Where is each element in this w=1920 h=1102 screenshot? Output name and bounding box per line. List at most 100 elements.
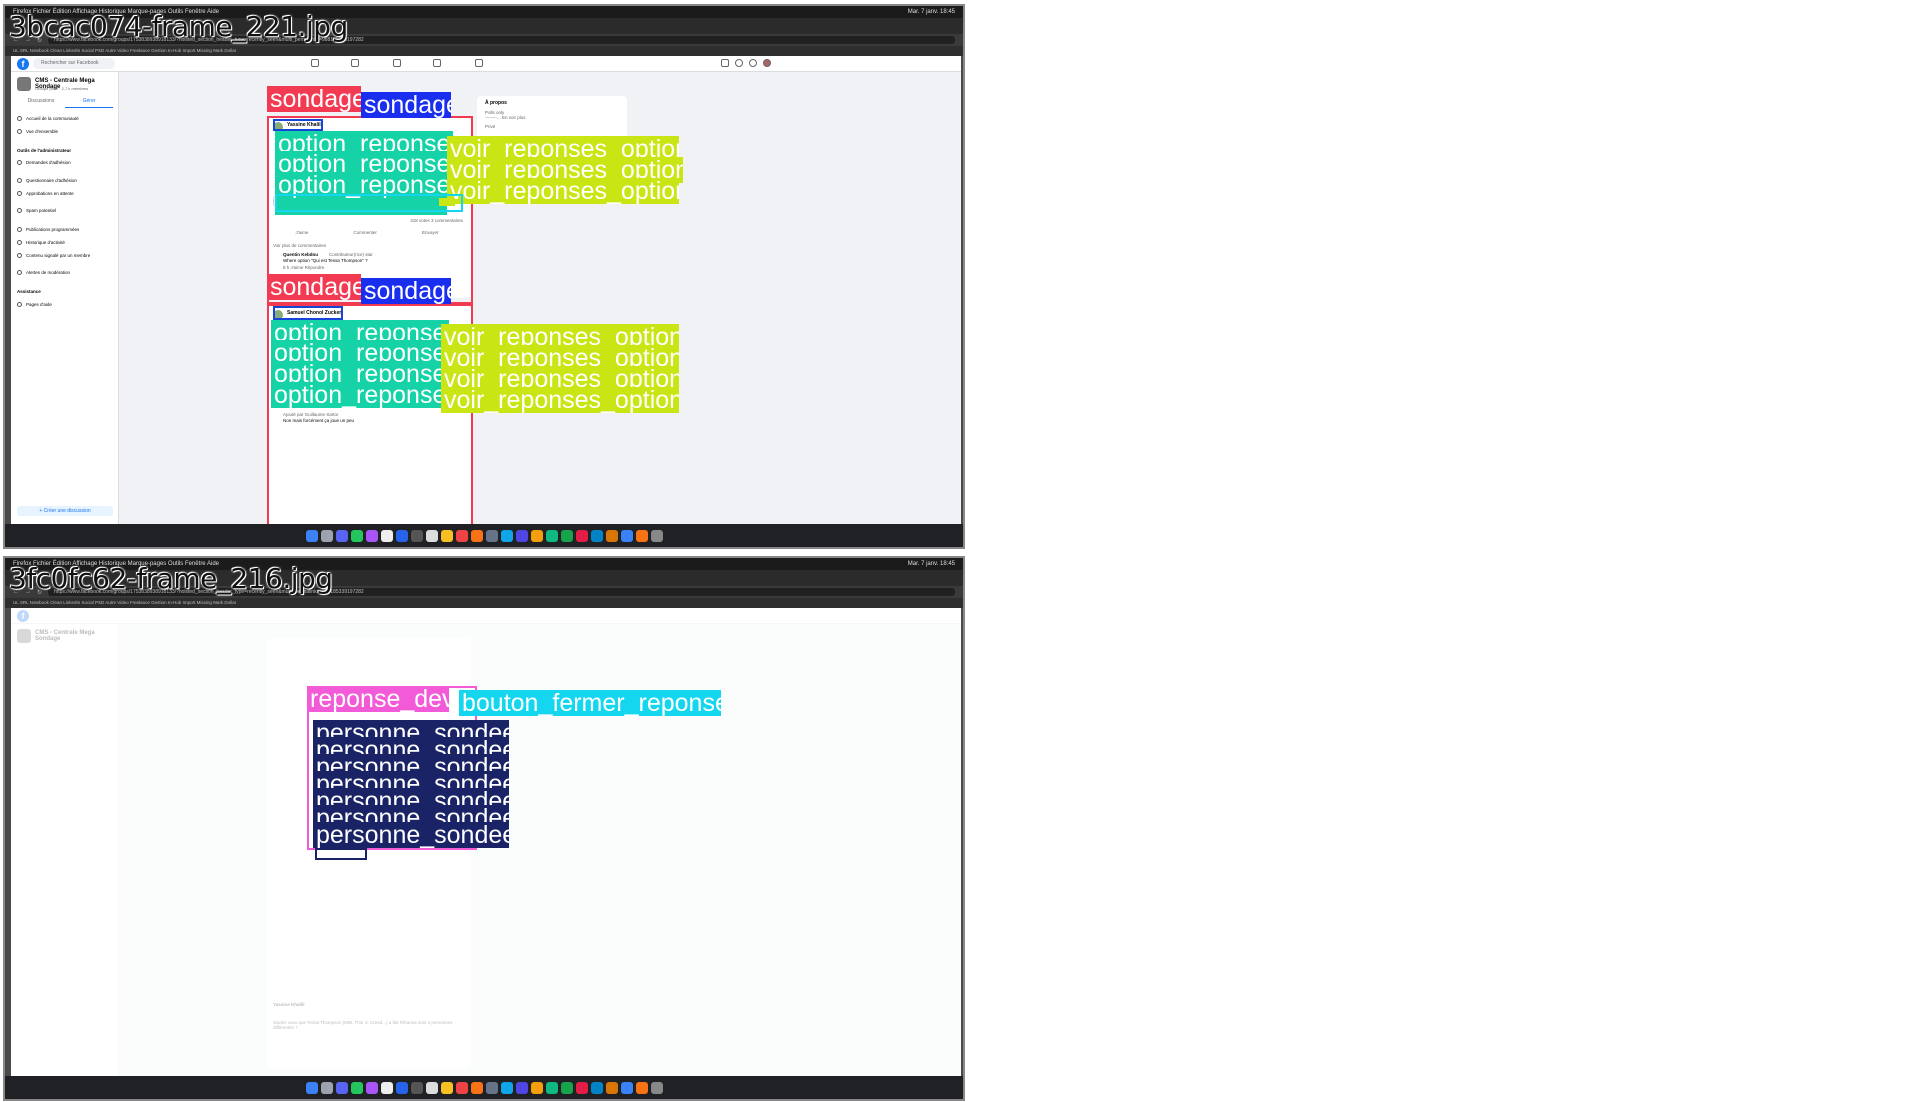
safari-icon[interactable] <box>620 1081 633 1094</box>
personne-sondee-label-7: personne_sondee <box>313 822 509 848</box>
chatgpt-icon[interactable] <box>350 529 363 542</box>
filezilla-icon[interactable] <box>455 1081 468 1094</box>
safari-icon[interactable] <box>620 529 633 542</box>
about-see-more[interactable]: --------... En voir plus <box>485 115 619 120</box>
vlc-icon[interactable] <box>635 529 648 542</box>
browser-viewport: f Rechercher sur Facebook CMS - Centrale… <box>11 56 961 524</box>
notion-icon[interactable] <box>380 529 393 542</box>
firefox-icon[interactable] <box>470 1081 483 1094</box>
cursor-icon[interactable] <box>545 1081 558 1094</box>
menu-bar-clock: Mar. 7 janv. 18:45 <box>907 9 955 15</box>
stickies-icon[interactable] <box>440 529 453 542</box>
sondage-label: sondage <box>267 86 361 112</box>
sidebar-item-activity-log[interactable]: Historique d'activité <box>17 240 65 246</box>
preview-icon[interactable] <box>425 529 438 542</box>
sidebar-item-moderation-alerts[interactable]: Alertes de modération <box>17 270 70 276</box>
firefox-icon[interactable] <box>470 529 483 542</box>
author-box <box>273 306 343 320</box>
onenote-icon[interactable] <box>365 529 378 542</box>
sondage-label-blue: sondage <box>361 278 451 304</box>
filezilla-icon[interactable] <box>455 529 468 542</box>
trash-icon[interactable] <box>650 529 663 542</box>
facebook-top-bar: f Rechercher sur Facebook <box>11 56 961 72</box>
bookmarks-bar[interactable]: UL SRL Notebook Clean LinkedIn Social PS… <box>5 46 963 56</box>
home-icon[interactable] <box>311 59 319 67</box>
app-icon[interactable] <box>575 529 588 542</box>
vlc-icon[interactable] <box>635 1081 648 1094</box>
sondage-label: sondage <box>267 274 361 300</box>
voir-reponses-option-label-4: voir_reponses_option <box>441 387 679 413</box>
chatgpt-icon[interactable] <box>350 1081 363 1094</box>
word-icon[interactable] <box>590 1081 603 1094</box>
sidebar-item-member-reported[interactable]: Contenu signalé par un membre <box>17 253 90 259</box>
reponse-dev-label: reponse_dev <box>307 686 449 712</box>
app-icon[interactable] <box>605 529 618 542</box>
group-tabs: Discussions Gérer <box>17 98 113 108</box>
frame-screenshot-1: 3bcac074-frame_221.jpg Firefox Fichier É… <box>3 4 965 549</box>
menu-bar-clock: Mar. 7 janv. 18:45 <box>907 561 955 567</box>
cursor-icon[interactable] <box>545 529 558 542</box>
finder-icon[interactable] <box>305 1081 318 1094</box>
notion-icon[interactable] <box>380 1081 393 1094</box>
trash-icon[interactable] <box>650 1081 663 1094</box>
messenger-icon[interactable] <box>735 59 743 67</box>
discord-icon[interactable] <box>335 529 348 542</box>
bouton-fermer-reponse-label: bouton_fermer_reponse <box>459 690 721 716</box>
finder-icon[interactable] <box>305 529 318 542</box>
group-meta: Groupe privé · 2,7 k membres <box>35 86 89 91</box>
group-admin-sidebar: CMS - Centrale Mega Sondage Groupe privé… <box>11 72 119 524</box>
bell-icon[interactable] <box>749 59 757 67</box>
gaming-icon[interactable] <box>475 59 483 67</box>
sidebar-item-potential-spam[interactable]: Spam potentiel <box>17 208 56 214</box>
sidebar-item-community-home[interactable]: Accueil de la communauté <box>17 116 79 122</box>
app-icon[interactable] <box>575 1081 588 1094</box>
sidebar-heading-admin-tools[interactable]: Outils de l'administrateur <box>17 148 71 153</box>
notes-icon[interactable] <box>410 1081 423 1094</box>
launchpad-icon[interactable] <box>320 1081 333 1094</box>
sidebar-heading-assistance[interactable]: Assistance <box>17 289 41 294</box>
sublime-icon[interactable] <box>530 529 543 542</box>
app-icon[interactable] <box>515 529 528 542</box>
vscode-icon[interactable] <box>500 529 513 542</box>
personne-sondee-box <box>315 848 367 860</box>
flag-icon[interactable] <box>393 59 401 67</box>
vscode-icon[interactable] <box>500 1081 513 1094</box>
sidebar-item-overview[interactable]: Vue d'ensemble <box>17 129 58 135</box>
app-icon[interactable] <box>605 1081 618 1094</box>
group-avatar <box>17 77 31 91</box>
onenote-icon[interactable] <box>365 1081 378 1094</box>
sidebar-item-membership-requests[interactable]: Demandes d'adhésion <box>17 160 71 166</box>
facebook-logo-icon[interactable]: f <box>17 58 29 70</box>
frame-filename-label: 3bcac074-frame_221.jpg <box>9 10 348 43</box>
sublime-icon[interactable] <box>530 1081 543 1094</box>
option-reponse-box-selected <box>275 194 463 212</box>
friends-icon[interactable] <box>351 59 359 67</box>
chrome-icon[interactable] <box>560 1081 573 1094</box>
groups-icon[interactable] <box>433 59 441 67</box>
terminal-icon[interactable] <box>485 1081 498 1094</box>
vpn-icon[interactable] <box>395 1081 408 1094</box>
option-reponse-label-4: option_reponse <box>271 382 450 408</box>
chrome-icon[interactable] <box>560 529 573 542</box>
bookmarks-bar[interactable]: UL SRL Notebook Clean LinkedIn Social PS… <box>5 598 963 608</box>
preview-icon[interactable] <box>425 1081 438 1094</box>
terminal-icon[interactable] <box>485 529 498 542</box>
sidebar-item-scheduled-posts[interactable]: Publications programmées <box>17 227 79 233</box>
facebook-search-input[interactable]: Rechercher sur Facebook <box>33 58 115 69</box>
tab-manage[interactable]: Gérer <box>65 98 113 108</box>
word-icon[interactable] <box>590 529 603 542</box>
launchpad-icon[interactable] <box>320 529 333 542</box>
stickies-icon[interactable] <box>440 1081 453 1094</box>
browser-viewport: f CMS - Centrale Mega Sondage Yassine Kh… <box>11 608 961 1076</box>
discord-icon[interactable] <box>335 1081 348 1094</box>
sidebar-item-membership-questions[interactable]: Questionnaire d'adhésion <box>17 178 77 184</box>
create-discussion-button[interactable]: + Créer une discussion <box>17 506 113 516</box>
sidebar-item-help-pages[interactable]: Pages d'aide <box>17 302 52 308</box>
notes-icon[interactable] <box>410 529 423 542</box>
tab-discussions[interactable]: Discussions <box>17 98 65 108</box>
vpn-icon[interactable] <box>395 529 408 542</box>
avatar[interactable] <box>763 59 771 67</box>
sidebar-item-pending-approvals[interactable]: Approbations en attente <box>17 191 74 197</box>
app-icon[interactable] <box>515 1081 528 1094</box>
menu-grid-icon[interactable] <box>721 59 729 67</box>
